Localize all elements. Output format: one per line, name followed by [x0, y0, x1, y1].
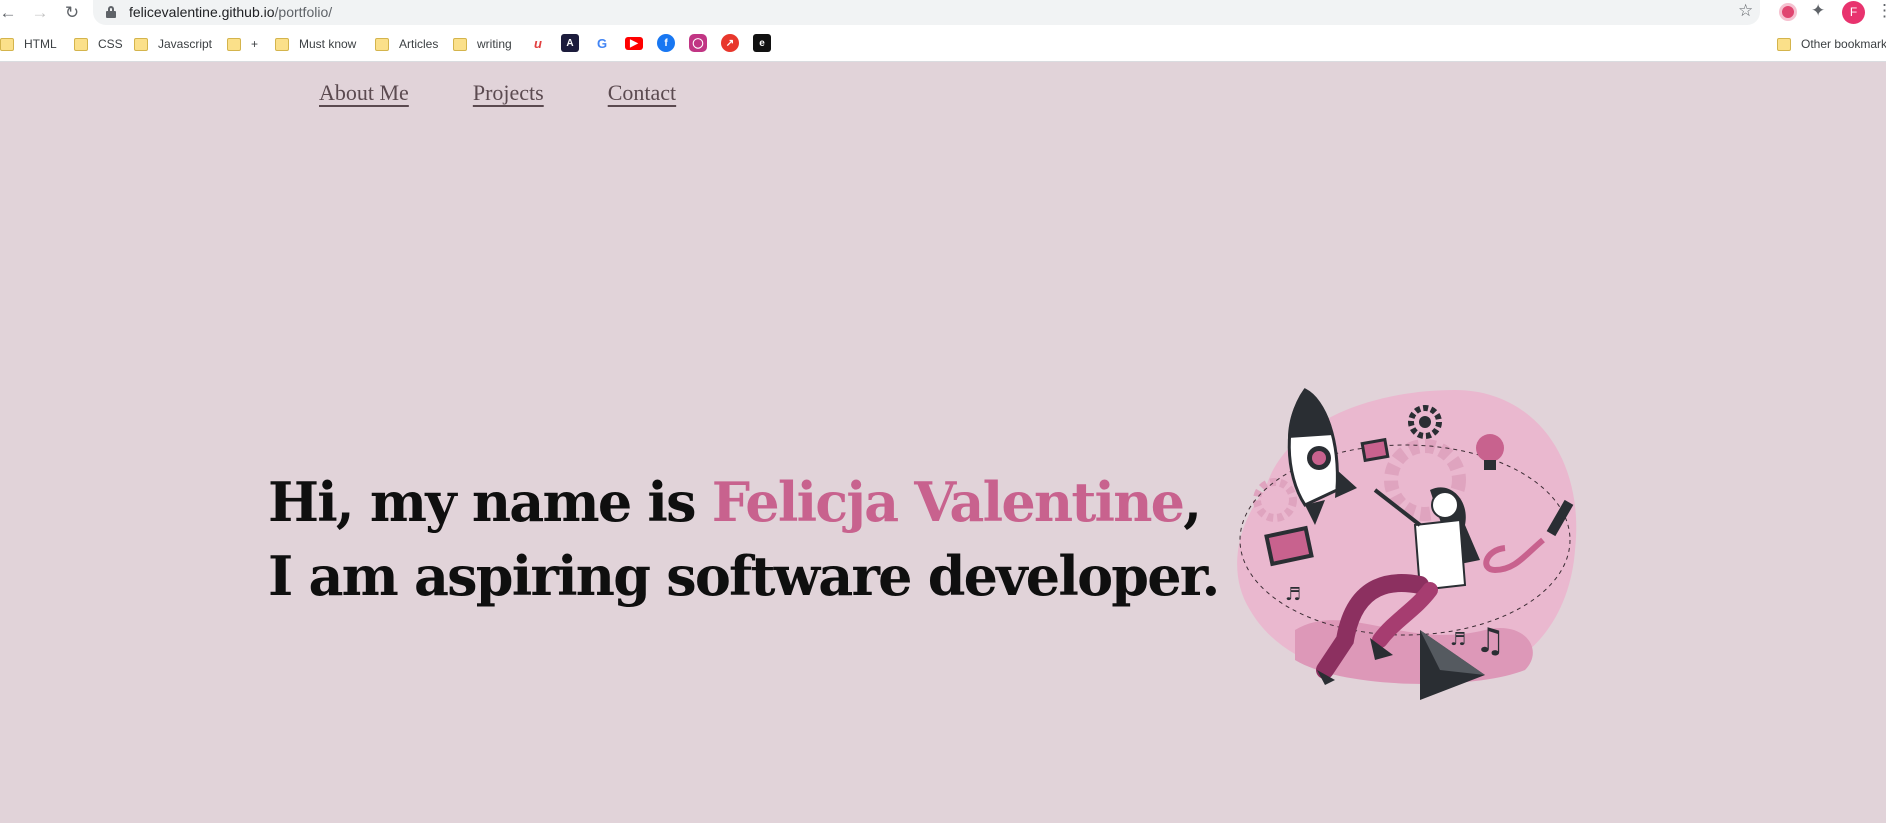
bookmark-star-icon[interactable]: ☆	[1738, 1, 1753, 21]
bookmark-folder-writing[interactable]: writing	[453, 35, 512, 53]
address-bar[interactable]	[93, 0, 1760, 25]
profile-avatar[interactable]: F	[1842, 1, 1865, 24]
nav-link-projects[interactable]: Projects	[473, 80, 544, 106]
forward-icon[interactable]: →	[28, 0, 52, 25]
chart-icon[interactable]: ↗	[721, 34, 739, 52]
folder-icon	[74, 37, 88, 51]
bookmark-folder-articles[interactable]: Articles	[375, 35, 438, 53]
hero-line-2: I am aspiring software developer.	[268, 544, 1220, 608]
browser-toolbar: ← → ↻ felicevalentine.github.io/portfoli…	[0, 0, 1886, 25]
music-note-icon: ♫	[1475, 621, 1505, 661]
facebook-icon[interactable]: f	[657, 34, 675, 52]
hero-illustration: ♬ ♬ ♫	[1237, 388, 1577, 700]
a-icon[interactable]: A	[561, 34, 579, 52]
bookmark-folder-html[interactable]: HTML	[0, 35, 57, 53]
google-icon[interactable]: G	[593, 34, 611, 52]
bookmarks-bar: HTML CSS Javascript + Must know Articles…	[0, 25, 1886, 62]
reload-icon[interactable]: ↻	[60, 0, 84, 25]
folder-icon	[227, 37, 241, 51]
music-note-icon: ♬	[1285, 584, 1301, 605]
bookmark-folder-must-know[interactable]: Must know	[275, 35, 356, 53]
bookmark-folder-javascript[interactable]: Javascript	[134, 35, 212, 53]
folder-icon	[375, 37, 389, 51]
bookmark-folder-other[interactable]: Other bookmarks	[1777, 35, 1886, 53]
hero-heading: Hi, my name is Felicja Valentine, I am a…	[268, 465, 1220, 613]
folder-icon	[134, 37, 148, 51]
folder-icon	[275, 37, 289, 51]
e-icon[interactable]: e	[753, 34, 771, 52]
bookmark-folder-plus[interactable]: +	[227, 35, 258, 53]
menu-kebab-icon[interactable]: ⋮	[1876, 1, 1886, 21]
youtube-icon[interactable]: ▶	[625, 37, 643, 50]
extensions-puzzle-icon[interactable]: ✦	[1811, 1, 1825, 21]
nav-link-contact[interactable]: Contact	[608, 80, 676, 106]
back-icon[interactable]: ←	[0, 0, 20, 25]
site-nav: About Me Projects Contact	[319, 80, 676, 106]
u-icon[interactable]: u	[529, 34, 547, 52]
bookmark-folder-css[interactable]: CSS	[74, 35, 123, 53]
music-note-icon: ♬	[1450, 629, 1466, 650]
folder-icon	[0, 37, 14, 51]
hero-name: Felicja Valentine	[711, 470, 1185, 534]
hero-line-1: Hi, my name is Felicja Valentine,	[268, 470, 1202, 534]
folder-icon	[1777, 37, 1791, 51]
lock-icon[interactable]	[106, 6, 116, 18]
url-text[interactable]: felicevalentine.github.io/portfolio/	[129, 4, 332, 20]
nav-link-about[interactable]: About Me	[319, 80, 409, 106]
folder-icon	[453, 37, 467, 51]
instagram-icon[interactable]: ◯	[689, 34, 707, 52]
extension-icon[interactable]	[1779, 3, 1797, 21]
